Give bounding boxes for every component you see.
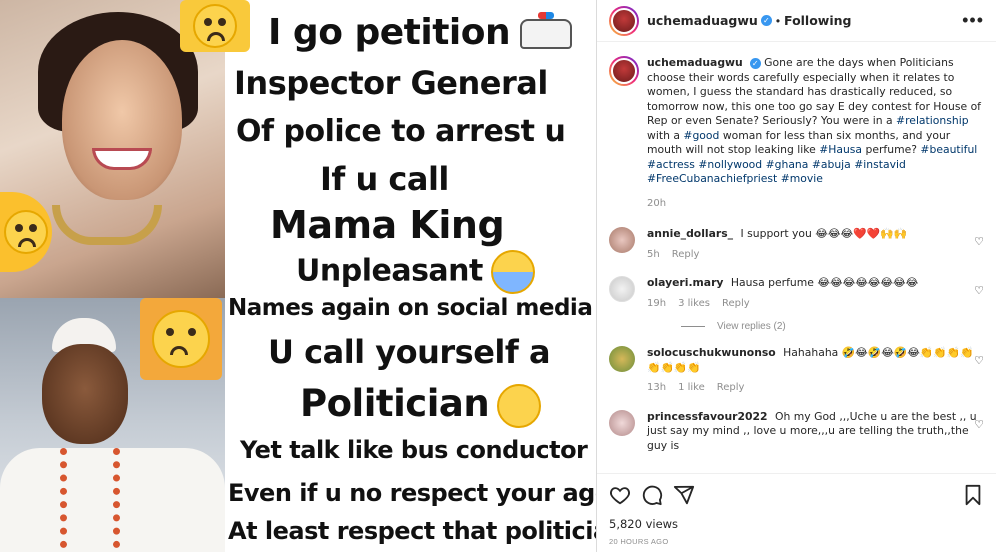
comment-text: I support you bbox=[740, 227, 812, 240]
meme-text: I go petition Inspector General Of polic… bbox=[226, 0, 596, 552]
meme-line-2: Inspector General bbox=[234, 64, 548, 102]
comment-emojis: 😂😂😂😂😂😂😂😂 bbox=[817, 276, 919, 289]
photo-necklace bbox=[52, 205, 162, 245]
photo-face bbox=[62, 40, 182, 200]
commenter-avatar[interactable] bbox=[609, 346, 635, 372]
heart-icon[interactable] bbox=[607, 482, 633, 508]
reply-button[interactable]: Reply bbox=[722, 297, 750, 312]
comment-text: Hahahaha bbox=[783, 346, 839, 359]
caption-avatar[interactable] bbox=[609, 56, 639, 86]
commenter-avatar[interactable] bbox=[609, 276, 635, 302]
meme-line-3: Of police to arrest u bbox=[236, 114, 566, 149]
meme-line-7: Names again on social media bbox=[228, 295, 593, 321]
verified-badge-icon: ✓ bbox=[760, 15, 772, 26]
comment-text: Hausa perfume bbox=[730, 276, 814, 289]
post-image[interactable]: I go petition Inspector General Of polic… bbox=[0, 0, 596, 552]
header-separator: • bbox=[775, 13, 781, 28]
hashtag-hausa[interactable]: #Hausa bbox=[819, 143, 862, 156]
comment-username[interactable]: olayeri.mary bbox=[647, 276, 723, 289]
meme-line-1: I go petition bbox=[268, 12, 573, 53]
meme-line-8: U call yourself a bbox=[268, 333, 551, 371]
comment-item: solocuschukwunonso Hahahaha 🤣😂🤣😂🤣😂👏👏👏👏👏👏… bbox=[609, 346, 984, 396]
meme-line-6: Unpleasant bbox=[296, 250, 535, 294]
meme-line-10: Yet talk like bus conductor bbox=[240, 436, 588, 464]
meme-line-12: At least respect that politician bbox=[228, 517, 596, 545]
more-options-icon[interactable]: ••• bbox=[962, 10, 984, 31]
hashtag-good[interactable]: #good bbox=[683, 129, 719, 142]
comment-item: princessfavour2022 Oh my God ,,,Uche u a… bbox=[609, 409, 984, 454]
comment-item: olayeri.mary Hausa perfume 😂😂😂😂😂😂😂😂 19h 3… bbox=[609, 276, 984, 311]
caption-text-4: perfume? bbox=[865, 143, 917, 156]
action-bar bbox=[597, 473, 996, 515]
verified-badge-icon: ✓ bbox=[749, 57, 761, 69]
comment-time[interactable]: 5h bbox=[647, 248, 660, 263]
view-count[interactable]: 5,820 views bbox=[597, 515, 996, 531]
post-header: uchemaduagwu ✓ • Following ••• bbox=[597, 0, 996, 42]
caption: uchemaduagwu ✓ Gone are the days when Pol… bbox=[609, 56, 984, 211]
comment-like-heart-icon[interactable]: ♡ bbox=[974, 235, 984, 248]
meme-line-5: Mama King bbox=[270, 203, 505, 247]
author-avatar[interactable] bbox=[609, 5, 639, 36]
comment-like-heart-icon[interactable]: ♡ bbox=[974, 418, 984, 431]
share-icon[interactable] bbox=[671, 482, 697, 508]
author-username[interactable]: uchemaduagwu bbox=[647, 13, 758, 28]
caption-username[interactable]: uchemaduagwu bbox=[647, 56, 743, 69]
instagram-post-view: I go petition Inspector General Of polic… bbox=[0, 0, 996, 552]
reply-button[interactable]: Reply bbox=[672, 248, 700, 263]
meme-line-4: If u call bbox=[320, 160, 449, 198]
post-side-panel: uchemaduagwu ✓ • Following ••• uchemadua… bbox=[596, 0, 996, 552]
reply-button[interactable]: Reply bbox=[717, 381, 745, 396]
eye-roll-face-icon bbox=[140, 298, 222, 380]
meme-line-11: Even if u no respect your age bbox=[228, 479, 596, 507]
commenter-avatar[interactable] bbox=[609, 409, 635, 436]
hashtag-relationship[interactable]: #relationship bbox=[896, 114, 969, 127]
police-car-icon bbox=[520, 12, 573, 49]
comment-username[interactable]: annie_dollars_ bbox=[647, 227, 733, 240]
comment-item: annie_dollars_ I support you 😂😂😂❤️❤️🙌🙌 5… bbox=[609, 227, 984, 262]
comment-time[interactable]: 13h bbox=[647, 381, 666, 396]
caption-time[interactable]: 20h bbox=[647, 197, 666, 212]
photo-coral-beads bbox=[60, 448, 120, 548]
caption-text-2: with a bbox=[647, 128, 680, 142]
comment-username[interactable]: princessfavour2022 bbox=[647, 410, 768, 423]
comment-like-heart-icon[interactable]: ♡ bbox=[974, 284, 984, 297]
bookmark-icon[interactable] bbox=[960, 482, 986, 508]
comment-username[interactable]: solocuschukwunonso bbox=[647, 346, 776, 359]
rolling-laughing-face-icon bbox=[497, 383, 542, 428]
view-replies-button[interactable]: View replies (2) bbox=[681, 321, 984, 332]
comment-likes[interactable]: 1 like bbox=[678, 381, 705, 396]
meme-line-9: Politician bbox=[300, 382, 542, 428]
comment-emojis: 😂😂😂❤️❤️🙌🙌 bbox=[815, 227, 907, 240]
comment-like-heart-icon[interactable]: ♡ bbox=[974, 354, 984, 367]
photo-man-head bbox=[42, 344, 128, 444]
commenter-avatar[interactable] bbox=[609, 227, 635, 253]
following-button[interactable]: Following bbox=[784, 13, 851, 28]
comment-icon[interactable] bbox=[639, 482, 665, 508]
loudly-crying-face-icon bbox=[490, 250, 535, 294]
comment-time[interactable]: 19h bbox=[647, 297, 666, 312]
comments-list[interactable]: uchemaduagwu ✓ Gone are the days when Pol… bbox=[597, 42, 996, 473]
post-timestamp: 20 HOURS AGO bbox=[609, 537, 669, 546]
comment-likes[interactable]: 3 likes bbox=[678, 297, 710, 312]
